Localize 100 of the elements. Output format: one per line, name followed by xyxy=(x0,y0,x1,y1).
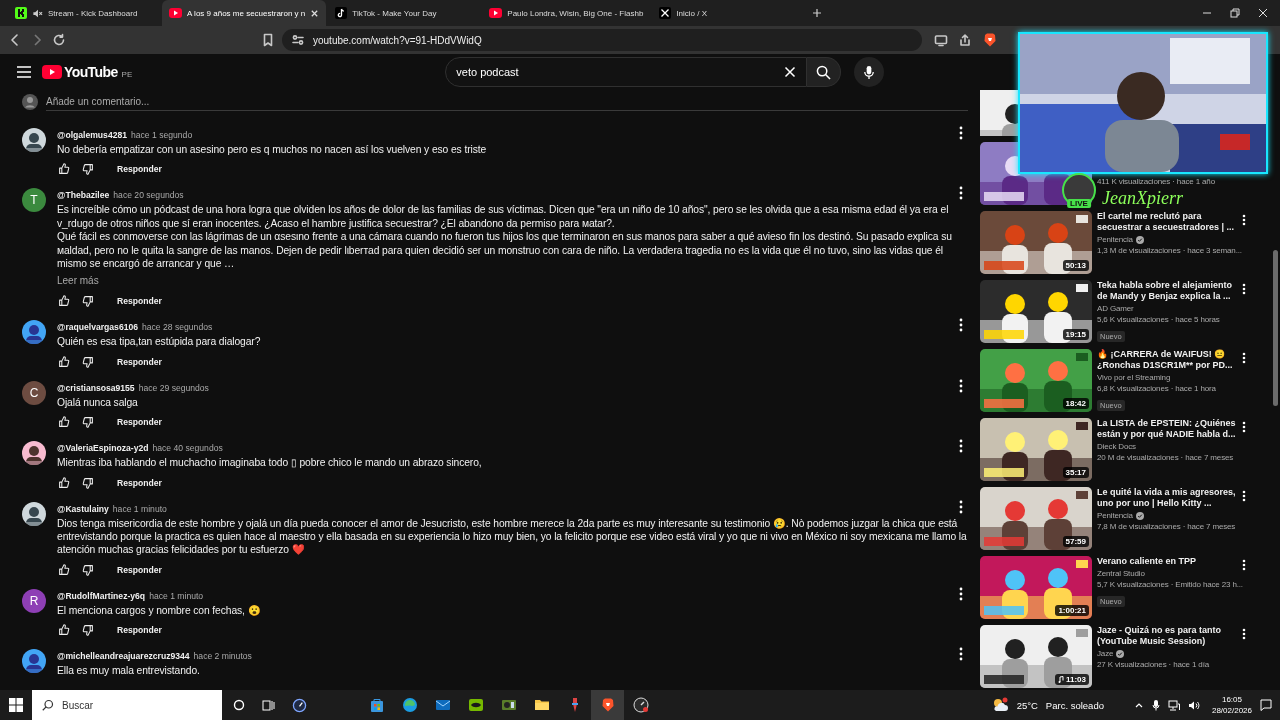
dislike-icon[interactable] xyxy=(81,354,95,369)
search-field[interactable]: Buscar xyxy=(32,690,222,720)
close-icon[interactable] xyxy=(310,8,320,18)
restore-icon[interactable] xyxy=(1230,8,1240,18)
comment-time[interactable]: hace 1 minuto xyxy=(112,503,167,514)
more-options-icon[interactable] xyxy=(1242,490,1246,502)
comment-author[interactable]: @michelleandreajuarezcruz9344 xyxy=(57,651,190,662)
record-gauge-icon[interactable] xyxy=(632,697,649,713)
search-field[interactable]: veto podcast xyxy=(445,57,808,87)
address-bar[interactable]: youtube.com/watch?v=91-HDdVWidQ xyxy=(282,29,922,51)
more-options-icon[interactable] xyxy=(959,499,963,514)
comment-author[interactable]: @cristiansosa9155 xyxy=(57,382,135,393)
video-title[interactable]: Jaze - Quizá no es para tanto (YouTube Music Session) xyxy=(1097,625,1269,647)
browser-tab[interactable]: Inicio / X xyxy=(652,0,805,26)
install-app-icon[interactable] xyxy=(934,33,948,47)
shopping-bag-icon[interactable] xyxy=(368,697,385,713)
like-icon[interactable] xyxy=(57,162,71,177)
reply-button[interactable]: Responder xyxy=(117,353,162,370)
channel-name[interactable]: Zentral Studio xyxy=(1097,568,1145,579)
reply-button[interactable]: Responder xyxy=(117,561,162,578)
more-options-icon[interactable] xyxy=(1242,421,1246,433)
reply-button[interactable]: Responder xyxy=(117,161,162,178)
start-icon[interactable] xyxy=(9,698,23,712)
comment-time[interactable]: hace 1 minuto xyxy=(149,590,204,601)
browser-tab[interactable]: A los 9 años me secuestraron y n xyxy=(162,0,327,26)
like-icon[interactable] xyxy=(57,623,71,638)
comment-author[interactable]: @ValeriaEspinoza-y2d xyxy=(57,443,149,454)
reply-button[interactable]: Responder xyxy=(117,474,162,491)
dislike-icon[interactable] xyxy=(81,415,95,430)
eye-logo-icon[interactable] xyxy=(467,697,484,713)
channel-name[interactable]: Dieck Docs xyxy=(1097,441,1136,452)
dislike-icon[interactable] xyxy=(81,294,95,309)
channel-name[interactable]: AD Gamer xyxy=(1097,303,1134,314)
comment-author[interactable]: @RudolfMartinez-y6q xyxy=(57,590,146,601)
comment-author[interactable]: @raquelvargas6106 xyxy=(57,322,138,333)
like-icon[interactable] xyxy=(57,475,71,490)
reply-button[interactable]: Responder xyxy=(117,622,162,639)
browser-tab[interactable]: TikTok - Make Your Day xyxy=(328,0,481,26)
gauge-icon[interactable] xyxy=(292,697,307,713)
more-options-icon[interactable] xyxy=(1242,628,1246,640)
comment-time[interactable]: hace 28 segundos xyxy=(142,322,213,333)
like-icon[interactable] xyxy=(57,294,71,309)
channel-name[interactable]: Vivo por el Streaming xyxy=(1097,372,1171,383)
search-button[interactable] xyxy=(807,57,842,87)
bookmark-icon[interactable] xyxy=(262,33,274,47)
dislike-icon[interactable] xyxy=(81,623,95,638)
video-title[interactable]: Teka habla sobre el alejamiento de Mandy y Benjaz explica la ... xyxy=(1097,280,1269,302)
more-options-icon[interactable] xyxy=(1242,352,1246,364)
more-options-icon[interactable] xyxy=(1242,214,1246,226)
comment-author[interactable]: @olgalemus4281 xyxy=(57,130,127,140)
like-icon[interactable] xyxy=(57,562,71,577)
more-options-icon[interactable] xyxy=(959,378,963,393)
channel-name[interactable]: Penitencia xyxy=(1097,510,1144,521)
video-title[interactable]: 🔥 ¡CARRERA de WAIFUS! 😐 ¿Ronchas D1SCR1M** por PD... xyxy=(1097,349,1269,371)
logo-text[interactable]: YouTube xyxy=(64,64,118,80)
share-icon[interactable] xyxy=(958,33,972,47)
speaker-icon[interactable] xyxy=(1187,699,1200,711)
read-more-link[interactable]: Leer más xyxy=(57,275,99,289)
circle-icon[interactable] xyxy=(233,699,245,711)
browser-icon[interactable] xyxy=(401,697,418,713)
reply-button[interactable]: Responder xyxy=(117,414,162,431)
browser-tab[interactable]: Stream - Kick Dashboard xyxy=(8,0,160,26)
like-icon[interactable] xyxy=(57,415,71,430)
dislike-icon[interactable] xyxy=(81,162,95,177)
comment-time[interactable]: hace 2 minutos xyxy=(193,651,252,662)
video-title[interactable]: Le quité la vida a mis agresores, uno por uno | Hello Kitty ... xyxy=(1097,487,1269,509)
more-options-icon[interactable] xyxy=(959,586,963,601)
comment-time[interactable]: hace 29 segundos xyxy=(138,382,209,393)
task-view-icon[interactable] xyxy=(262,698,275,712)
channel-name[interactable]: Penitencia xyxy=(1097,234,1144,245)
mail-icon[interactable] xyxy=(434,697,451,713)
folder-icon[interactable] xyxy=(533,697,550,713)
video-title[interactable]: El cartel me reclutó para secuestrar a secuestradores | ... xyxy=(1097,211,1269,233)
reply-button[interactable]: Responder xyxy=(117,293,162,310)
reload-icon[interactable] xyxy=(52,33,66,47)
dislike-icon[interactable] xyxy=(81,475,95,490)
notification-icon[interactable] xyxy=(1260,699,1272,711)
more-options-icon[interactable] xyxy=(959,126,963,140)
like-icon[interactable] xyxy=(57,354,71,369)
dislike-icon[interactable] xyxy=(81,562,95,577)
clear-icon[interactable] xyxy=(784,66,797,78)
graphics-card-icon[interactable] xyxy=(500,697,517,713)
clock[interactable]: 16:05 28/02/2026 xyxy=(1211,694,1252,716)
site-settings-icon[interactable] xyxy=(292,34,304,46)
comment-time[interactable]: hace 40 segundos xyxy=(152,443,223,454)
more-options-icon[interactable] xyxy=(959,186,963,201)
more-options-icon[interactable] xyxy=(959,647,963,662)
weather-condition[interactable]: Parc. soleado xyxy=(1045,699,1104,711)
more-options-icon[interactable] xyxy=(1242,559,1246,571)
channel-name[interactable]: Jaze xyxy=(1097,648,1125,659)
microphone-icon[interactable] xyxy=(1151,699,1160,711)
video-title[interactable]: Verano caliente en TPP xyxy=(1097,556,1269,567)
video-title[interactable]: La LISTA de EPSTEIN: ¿Quiénes están y por qué NADIE habla d... xyxy=(1097,418,1269,440)
more-options-icon[interactable] xyxy=(1242,283,1246,295)
more-options-icon[interactable] xyxy=(959,439,963,454)
comment-author[interactable]: @Thebazilee xyxy=(57,190,110,201)
lion-shield-icon[interactable] xyxy=(982,32,998,48)
more-options-icon[interactable] xyxy=(959,318,963,333)
browser-tab[interactable]: Paulo Londra, Wisin, Big One - Flashb xyxy=(482,0,651,26)
comment-field[interactable]: Añade un comentario... xyxy=(46,93,968,111)
